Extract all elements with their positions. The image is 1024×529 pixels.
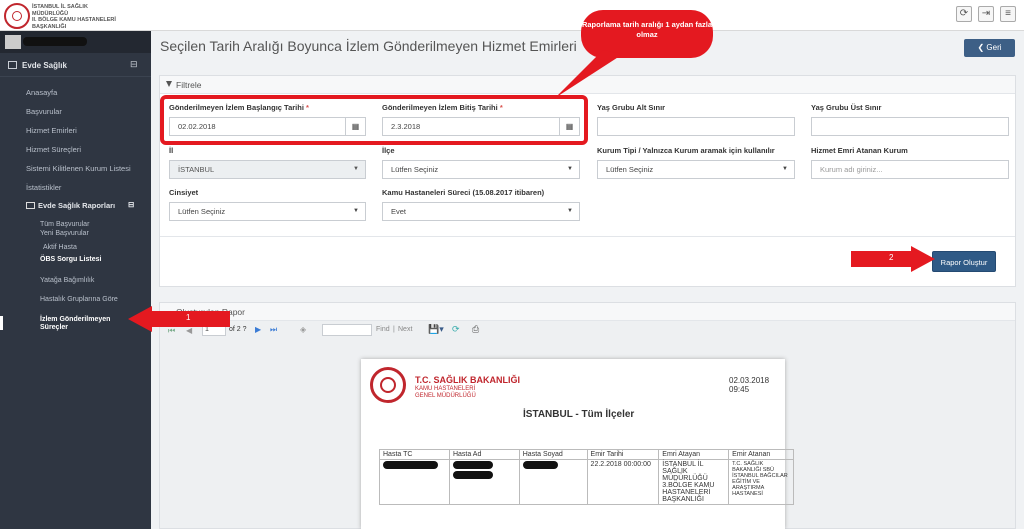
kamu-select[interactable]: Evet ▼ [382, 202, 580, 221]
annotation-arrow-2: 2 [851, 246, 935, 272]
sidebar-item-anasayfa[interactable]: Anasayfa [26, 88, 57, 97]
next-link[interactable]: Next [398, 326, 412, 333]
report-toolbar: ⏮ ◀ 1 of 2 ? ▶ ⏭ ◈ Find | Next 💾▾ ⟳ ⎙ [160, 321, 1015, 341]
ilce-label: İlçe [382, 146, 395, 155]
sidebar-item-obs-sorgu[interactable]: ÖBS Sorgu Listesi [40, 256, 101, 263]
ministry-logo-icon [370, 367, 406, 403]
cell-emir-tarihi: 22.2.2018 00:00:00 [586, 459, 660, 505]
sidebar-item-yataga-bagimlilik[interactable]: Yatağa Bağımlılık [40, 277, 94, 284]
ministry-sub1: KAMU HASTANELERİ [415, 386, 476, 392]
sidebar: Evde Sağlık ⊟ Anasayfa Başvurular Hizmet… [0, 31, 151, 529]
ilce-select[interactable]: Lütfen Seçiniz ▼ [382, 160, 580, 179]
kurum-tipi-label: Kurum Tipi / Yalnızca Kurum aramak için … [597, 146, 775, 155]
next-page-icon[interactable]: ▶ [255, 325, 261, 334]
collapse-icon[interactable]: ⊟ [130, 59, 138, 70]
col-emir-tarihi: Emir Tarihi [586, 449, 660, 460]
caret-down-icon: ▼ [353, 208, 359, 214]
caret-down-icon: ▼ [567, 208, 573, 214]
age-min-input[interactable] [597, 117, 795, 136]
table-header-row: Hasta TC Hasta Ad Hasta Soyad Emir Tarih… [379, 449, 794, 460]
sidebar-item-basvurular[interactable]: Başvurular [26, 107, 62, 116]
date-range-highlight [160, 95, 588, 145]
kamu-label: Kamu Hastaneleri Süreci (15.08.2017 itib… [382, 188, 545, 197]
print-icon[interactable]: ⎙ [472, 324, 479, 335]
caret-down-icon: ▼ [567, 166, 573, 172]
refresh-icon[interactable]: ⟳ [956, 6, 972, 22]
caret-down-icon: ▼ [353, 166, 359, 172]
find-link[interactable]: Find [376, 326, 390, 333]
age-min-label: Yaş Grubu Alt Sınır [597, 103, 666, 112]
age-max-input[interactable] [811, 117, 1009, 136]
logout-icon[interactable]: ⇥ [978, 6, 994, 22]
atanan-kurum-label: Hizmet Emri Atanan Kurum [811, 146, 908, 155]
sidebar-item-hastalik-gruplari[interactable]: Hastalık Gruplarına Göre [40, 296, 118, 303]
ministry-name: T.C. SAĞLIK BAKANLIĞI [415, 375, 520, 385]
org-name: İSTANBUL İL SAĞLIK MÜDÜRLÜĞÜ II. BÖLGE KA… [32, 4, 116, 30]
sidebar-item-hizmet-emirleri[interactable]: Hizmet Emirleri [26, 126, 77, 135]
sidebar-item-yeni-basvurular[interactable]: Yeni Başvurular [40, 230, 89, 237]
refresh-report-icon[interactable]: ⟳ [452, 324, 460, 335]
report-table: Hasta TC Hasta Ad Hasta Soyad Emir Tarih… [379, 449, 794, 505]
user-panel [0, 31, 151, 53]
col-hasta-tc: Hasta TC [379, 449, 450, 460]
atanan-kurum-input[interactable]: Kurum adı giriniz... [811, 160, 1009, 179]
col-hasta-ad: Hasta Ad [448, 449, 520, 460]
top-bar: İSTANBUL İL SAĞLIK MÜDÜRLÜĞÜ II. BÖLGE KA… [0, 0, 1024, 31]
bubble-tail [555, 50, 623, 98]
sidebar-item-kilitlenen[interactable]: Sistemi Kilitlenen Kurum Listesi [26, 164, 131, 173]
last-page-icon[interactable]: ⏭ [270, 325, 277, 335]
report-subtitle: İSTANBUL - Tüm İlçeler [523, 409, 635, 420]
annotation-arrow-1: 1 [128, 306, 230, 332]
redacted-tc [383, 461, 438, 469]
report-viewer: T.C. SAĞLIK BAKANLIĞI KAMU HASTANELERİ G… [361, 359, 794, 529]
find-input[interactable] [322, 324, 372, 336]
collapse-icon[interactable]: ⊟ [128, 200, 134, 209]
rapor-olustur-button[interactable]: Rapor Oluştur [932, 251, 996, 272]
il-label: İl [169, 146, 174, 155]
sidebar-item-tum-basvurular[interactable]: Tüm Başvurular [40, 221, 89, 228]
table-row: 22.2.2018 00:00:00 İSTANBUL İL SAĞLIK MÜ… [379, 459, 794, 505]
page-count: of 2 ? [229, 326, 247, 333]
cinsiyet-select[interactable]: Lütfen Seçiniz ▼ [169, 202, 366, 221]
report-header: Oluşturulan Rapor [160, 303, 1015, 321]
sidebar-item-izlem-gonderilmeyen[interactable]: İzlem Gönderilmeyen [40, 316, 110, 323]
sidebar-item-aktif-hasta[interactable]: Aktif Hasta [43, 244, 77, 251]
col-emir-atanan: Emir Atanan [728, 449, 794, 460]
age-max-label: Yaş Grubu Üst Sınır [811, 103, 882, 112]
sidebar-item-istatistikler[interactable]: İstatistikler [26, 183, 61, 192]
redacted-ad [452, 471, 493, 479]
avatar [5, 35, 21, 49]
il-select[interactable]: İSTANBUL ▼ [169, 160, 366, 179]
report-icon [26, 202, 35, 209]
report-datetime: 02.03.2018 09:45 [729, 376, 770, 394]
filter-icon [166, 81, 172, 87]
redacted-ad [452, 461, 493, 469]
sidebar-item-surecler[interactable]: Süreçler [40, 324, 68, 331]
active-indicator [0, 316, 3, 330]
sidebar-item-raporlar[interactable]: Evde Sağlık Raporları ⊟ [26, 200, 134, 210]
toolbar-separator: | [393, 326, 395, 333]
kurum-tipi-select[interactable]: Lütfen Seçiniz ▼ [597, 160, 795, 179]
redacted-soyad [522, 461, 558, 469]
username-redacted [23, 37, 87, 46]
cell-emri-atayan: İSTANBUL İL SAĞLIK MÜDÜRLÜĞÜ 3.BÖLGE KAM… [658, 459, 730, 505]
col-hasta-soyad: Hasta Soyad [518, 449, 588, 460]
ministry-sub2: GENEL MÜDÜRLÜĞÜ [415, 393, 476, 399]
export-icon[interactable]: 💾▾ [428, 324, 444, 335]
sidebar-section-evde-saglik[interactable]: Evde Sağlık ⊟ [0, 55, 151, 77]
cell-emir-atanan: T.C. SAĞLIK BAKANLIĞI SBÜ İSTANBUL BAĞCI… [728, 459, 794, 505]
ministry-logo-icon [4, 3, 30, 29]
cinsiyet-label: Cinsiyet [169, 188, 199, 197]
page-title: Seçilen Tarih Aralığı Boyunca İzlem Gönd… [160, 38, 577, 54]
back-parent-icon[interactable]: ◈ [300, 325, 306, 334]
sidebar-item-hizmet-surecleri[interactable]: Hizmet Süreçleri [26, 145, 81, 154]
menu-icon[interactable]: ≡ [1000, 6, 1016, 22]
col-emri-atayan: Emri Atayan [658, 449, 730, 460]
back-button[interactable]: ❮ Geri [964, 39, 1015, 57]
home-icon [8, 61, 17, 69]
caret-down-icon: ▼ [782, 166, 788, 172]
